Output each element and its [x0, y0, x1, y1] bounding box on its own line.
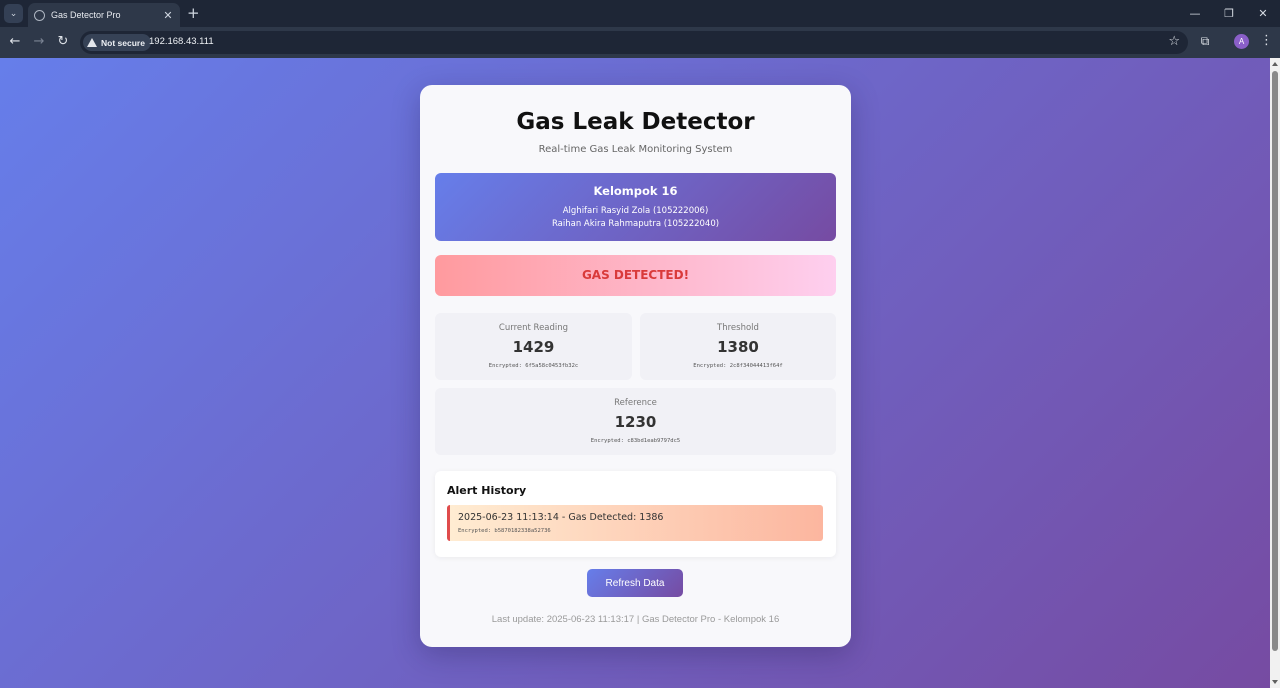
- url-text[interactable]: 192.168.43.111: [149, 36, 214, 47]
- alert-history-title: Alert History: [447, 484, 527, 497]
- browser-toolbar: ← → ↻ Not secure 192.168.43.111 ☆: [0, 27, 1280, 58]
- metric-encrypted: Encrypted: 2c8f34044413f64f: [693, 363, 783, 369]
- scroll-down-icon[interactable]: [1272, 680, 1278, 684]
- gas-status-banner: GAS DETECTED!: [435, 255, 836, 296]
- tab-search-icon[interactable]: ⌄: [4, 4, 23, 23]
- maximize-icon[interactable]: ❐: [1212, 0, 1246, 27]
- detector-card: Gas Leak Detector Real-time Gas Leak Mon…: [420, 85, 851, 647]
- page-title: Gas Leak Detector: [516, 109, 755, 135]
- current-reading-value: 1429: [512, 338, 555, 356]
- reload-icon[interactable]: ↻: [55, 34, 71, 50]
- close-tab-icon[interactable]: ✕: [162, 9, 174, 22]
- metric-label: Threshold: [717, 323, 759, 333]
- bookmark-star-icon[interactable]: ☆: [1168, 34, 1180, 49]
- threshold-card: Threshold 1380 Encrypted: 2c8f34044413f6…: [640, 313, 836, 380]
- extensions-icon[interactable]: ⧉: [1198, 34, 1212, 48]
- new-tab-icon[interactable]: +: [187, 5, 200, 21]
- metric-label: Current Reading: [498, 323, 569, 333]
- reference-card: Reference 1230 Encrypted: c83bd1eab9797d…: [435, 388, 836, 455]
- address-bar[interactable]: Not secure 192.168.43.111 ☆: [80, 31, 1188, 54]
- group-member: Raihan Akira Rahmaputra (105222040): [551, 219, 720, 229]
- close-window-icon[interactable]: ✕: [1246, 0, 1280, 27]
- security-label: Not secure: [101, 37, 145, 48]
- page-viewport: Gas Leak Detector Real-time Gas Leak Mon…: [0, 58, 1270, 688]
- metric-label: Reference: [614, 398, 657, 408]
- alert-text: 2025-06-23 11:13:14 - Gas Detected: 1386: [458, 512, 664, 523]
- metric-encrypted: Encrypted: c83bd1eab9797dc5: [590, 438, 681, 444]
- footer-last-update: Last update: 2025-06-23 11:13:17 | Gas D…: [491, 614, 780, 625]
- group-info-box: Kelompok 16 Alghifari Rasyid Zola (10522…: [435, 173, 836, 241]
- warning-icon: [87, 38, 97, 47]
- browser-tab-strip: ⌄ Gas Detector Pro ✕ + — ❐ ✕: [0, 0, 1280, 27]
- metric-encrypted: Encrypted: 6f5a58c0453fb32c: [488, 363, 579, 369]
- alert-encrypted: Encrypted: b5870182338a52736: [458, 528, 551, 534]
- profile-avatar[interactable]: A: [1234, 34, 1249, 49]
- scrollbar-thumb[interactable]: [1272, 71, 1278, 651]
- back-icon[interactable]: ←: [7, 34, 23, 50]
- refresh-data-button[interactable]: Refresh Data: [587, 569, 683, 597]
- group-member: Alghifari Rasyid Zola (105222006): [562, 206, 709, 216]
- threshold-value: 1380: [717, 338, 759, 356]
- tab-gas-detector-pro[interactable]: Gas Detector Pro ✕: [28, 3, 180, 27]
- page-scrollbar[interactable]: [1270, 58, 1280, 688]
- group-name: Kelompok 16: [593, 184, 678, 198]
- globe-icon: [34, 9, 45, 21]
- alert-history-panel: Alert History 2025-06-23 11:13:14 - Gas …: [435, 471, 836, 557]
- current-reading-card: Current Reading 1429 Encrypted: 6f5a58c0…: [435, 313, 632, 380]
- minimize-icon[interactable]: —: [1178, 0, 1212, 27]
- page-subtitle: Real-time Gas Leak Monitoring System: [538, 144, 733, 155]
- gas-status-text: GAS DETECTED!: [581, 268, 690, 282]
- scroll-up-icon[interactable]: [1272, 62, 1278, 66]
- security-chip[interactable]: Not secure: [83, 34, 151, 51]
- reference-value: 1230: [614, 413, 657, 431]
- alert-history-item: 2025-06-23 11:13:14 - Gas Detected: 1386…: [447, 505, 823, 541]
- tab-title: Gas Detector Pro: [51, 10, 121, 20]
- forward-icon[interactable]: →: [31, 34, 47, 50]
- browser-menu-icon[interactable]: ⋮: [1260, 33, 1273, 48]
- window-controls: — ❐ ✕: [1178, 0, 1280, 27]
